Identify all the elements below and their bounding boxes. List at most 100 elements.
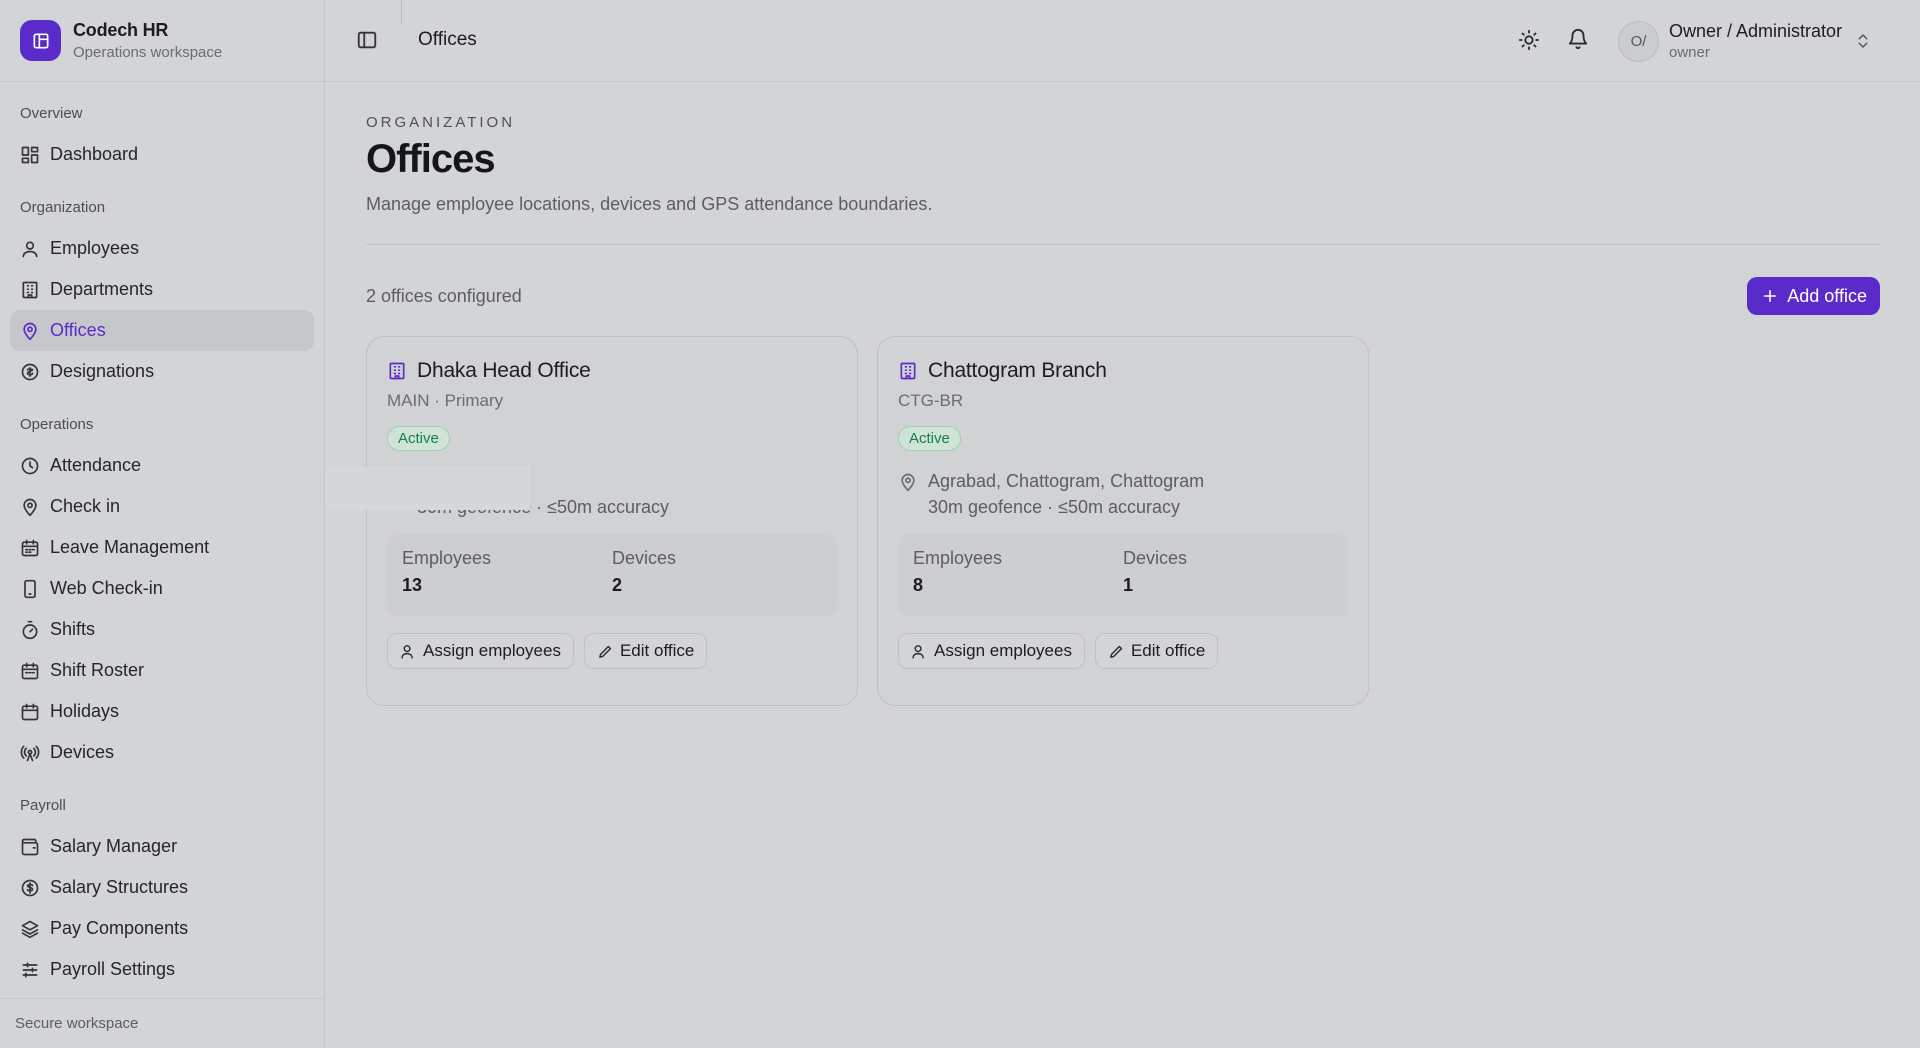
edit-office-label: Edit office bbox=[619, 641, 695, 660]
user-menu[interactable]: O/ Owner / Administrator owner bbox=[1618, 19, 1872, 63]
brand: Codech HR Operations workspace bbox=[0, 0, 324, 82]
devices-count: 2 bbox=[612, 575, 623, 595]
add-office-button[interactable]: Add office bbox=[1747, 277, 1880, 315]
sidebar-item-devices[interactable]: Devices bbox=[10, 732, 314, 773]
sidebar-item-attendance[interactable]: Attendance bbox=[10, 445, 314, 486]
sliders-icon bbox=[20, 960, 40, 980]
sidebar: Codech HR Operations workspace Overview … bbox=[0, 0, 325, 1048]
edit-office-label: Edit office bbox=[1130, 641, 1206, 660]
sidebar-item-pay-components[interactable]: Pay Components bbox=[10, 908, 314, 949]
sidebar-item-label: Shift Roster bbox=[50, 660, 145, 680]
sidebar-item-label: Offices bbox=[50, 320, 106, 340]
offices-count: 2 offices configured bbox=[366, 285, 522, 306]
badge-icon bbox=[20, 362, 40, 382]
sidebar-item-label: Dashboard bbox=[50, 144, 139, 164]
avatar: O/ bbox=[1618, 20, 1659, 62]
sidebar-item-label: Salary Manager bbox=[50, 836, 178, 856]
sidebar-item-label: Check in bbox=[50, 496, 121, 516]
sidebar-item-offices[interactable]: Offices bbox=[10, 310, 314, 351]
theme-toggle-sun-icon[interactable] bbox=[1518, 29, 1540, 51]
sidebar-item-departments[interactable]: Departments bbox=[10, 269, 314, 310]
sidebar-item-leave-management[interactable]: Leave Management bbox=[10, 527, 314, 568]
sidebar-item-label: Web Check-in bbox=[50, 578, 163, 598]
employees-count: 8 bbox=[913, 575, 924, 595]
sidebar-item-designations[interactable]: Designations bbox=[10, 351, 314, 392]
sidebar-item-payroll-settings[interactable]: Payroll Settings bbox=[10, 949, 314, 990]
office-stats: Employees 8 Devices 1 bbox=[898, 534, 1348, 616]
sidebar-item-employees[interactable]: Employees bbox=[10, 228, 314, 269]
assign-employees-label: Assign employees bbox=[934, 641, 1072, 660]
nav-section-overview: Overview bbox=[20, 104, 83, 122]
office-name: Chattogram Branch bbox=[928, 359, 1107, 382]
sidebar-item-salary-structures[interactable]: Salary Structures bbox=[10, 867, 314, 908]
user-plus-icon bbox=[911, 643, 934, 660]
sidebar-item-label: Holidays bbox=[50, 701, 120, 721]
user-role: owner bbox=[1669, 44, 1710, 61]
sidebar-item-label: Pay Components bbox=[50, 918, 189, 938]
sidebar-item-holidays[interactable]: Holidays bbox=[10, 691, 314, 732]
map-pin-icon bbox=[898, 472, 918, 492]
sidebar-item-label: Devices bbox=[50, 742, 115, 762]
dollar-circle-icon bbox=[20, 878, 40, 898]
map-pin-icon bbox=[20, 497, 40, 517]
plus-icon bbox=[1761, 287, 1787, 305]
devices-label: Devices bbox=[612, 548, 677, 568]
employees-label: Employees bbox=[913, 548, 1003, 568]
sidebar-footer: Secure workspace bbox=[0, 998, 324, 1048]
wallet-icon bbox=[20, 837, 40, 857]
office-location: Agrabad, Chattogram, Chattogram 30m geof… bbox=[898, 471, 1348, 518]
building-icon bbox=[387, 361, 407, 381]
brand-title: Codech HR bbox=[73, 20, 169, 40]
sidebar-toggle-icon[interactable] bbox=[356, 29, 380, 53]
sidebar-item-label: Attendance bbox=[50, 455, 142, 475]
radio-icon bbox=[20, 743, 40, 763]
assign-employees-label: Assign employees bbox=[423, 641, 561, 660]
office-address: Agrabad, Chattogram, Chattogram bbox=[928, 471, 1205, 491]
sidebar-item-label: Salary Structures bbox=[50, 877, 189, 897]
assign-employees-button[interactable]: Assign employees bbox=[387, 633, 574, 669]
header-title: Offices bbox=[418, 29, 477, 50]
office-stats: Employees 13 Devices 2 bbox=[387, 534, 837, 616]
sidebar-item-salary-manager[interactable]: Salary Manager bbox=[10, 826, 314, 867]
building-icon bbox=[20, 280, 40, 300]
edit-office-button[interactable]: Edit office bbox=[1094, 633, 1219, 669]
layers-icon bbox=[20, 919, 40, 939]
office-geofence: 30m geofence · ≤50m accuracy bbox=[928, 497, 1180, 517]
office-code: CTG-BR bbox=[898, 391, 964, 410]
sidebar-item-web-check-in[interactable]: Web Check-in bbox=[10, 568, 314, 609]
pencil-icon bbox=[1108, 643, 1131, 660]
user-plus-icon bbox=[400, 643, 423, 660]
employees-count: 13 bbox=[402, 575, 423, 595]
sidebar-item-check-in[interactable]: Check in bbox=[10, 486, 314, 527]
sidebar-item-label: Designations bbox=[50, 361, 155, 381]
sidebar-nav: Overview Dashboard Organization Employee… bbox=[0, 82, 324, 990]
building-icon bbox=[898, 361, 918, 381]
sidebar-item-dashboard[interactable]: Dashboard bbox=[10, 134, 314, 175]
user-name: Owner / Administrator bbox=[1669, 21, 1843, 41]
sidebar-item-shift-roster[interactable]: Shift Roster bbox=[10, 650, 314, 691]
page-eyebrow: ORGANIZATION bbox=[366, 114, 516, 131]
page-title: Offices bbox=[366, 137, 496, 181]
add-office-label: Add office bbox=[1787, 285, 1867, 306]
office-card: Dhaka Head Office MAIN · Primary Active … bbox=[366, 336, 858, 706]
employees-label: Employees bbox=[402, 548, 492, 568]
devices-count: 1 bbox=[1123, 575, 1134, 595]
sidebar-item-label: Payroll Settings bbox=[50, 959, 176, 979]
notifications-bell-icon[interactable] bbox=[1567, 28, 1589, 50]
calendar-icon bbox=[20, 538, 40, 558]
tooltip-overlay bbox=[325, 467, 530, 510]
edit-office-button[interactable]: Edit office bbox=[583, 633, 708, 669]
nav-section-organization: Organization bbox=[20, 198, 106, 216]
chevron-up-down-icon bbox=[1854, 32, 1872, 50]
offices-grid: Dhaka Head Office MAIN · Primary Active … bbox=[366, 336, 1880, 706]
header-divider bbox=[401, 0, 402, 24]
assign-employees-button[interactable]: Assign employees bbox=[898, 633, 1085, 669]
divider bbox=[366, 244, 1880, 245]
sidebar-item-label: Shifts bbox=[50, 619, 96, 639]
map-pin-icon bbox=[20, 321, 40, 341]
office-code: MAIN · Primary bbox=[387, 391, 504, 410]
sidebar-item-shifts[interactable]: Shifts bbox=[10, 609, 314, 650]
office-card: Chattogram Branch CTG-BR Active Agrabad,… bbox=[877, 336, 1369, 706]
sidebar-item-label: Departments bbox=[50, 279, 154, 299]
phone-icon bbox=[20, 579, 40, 599]
